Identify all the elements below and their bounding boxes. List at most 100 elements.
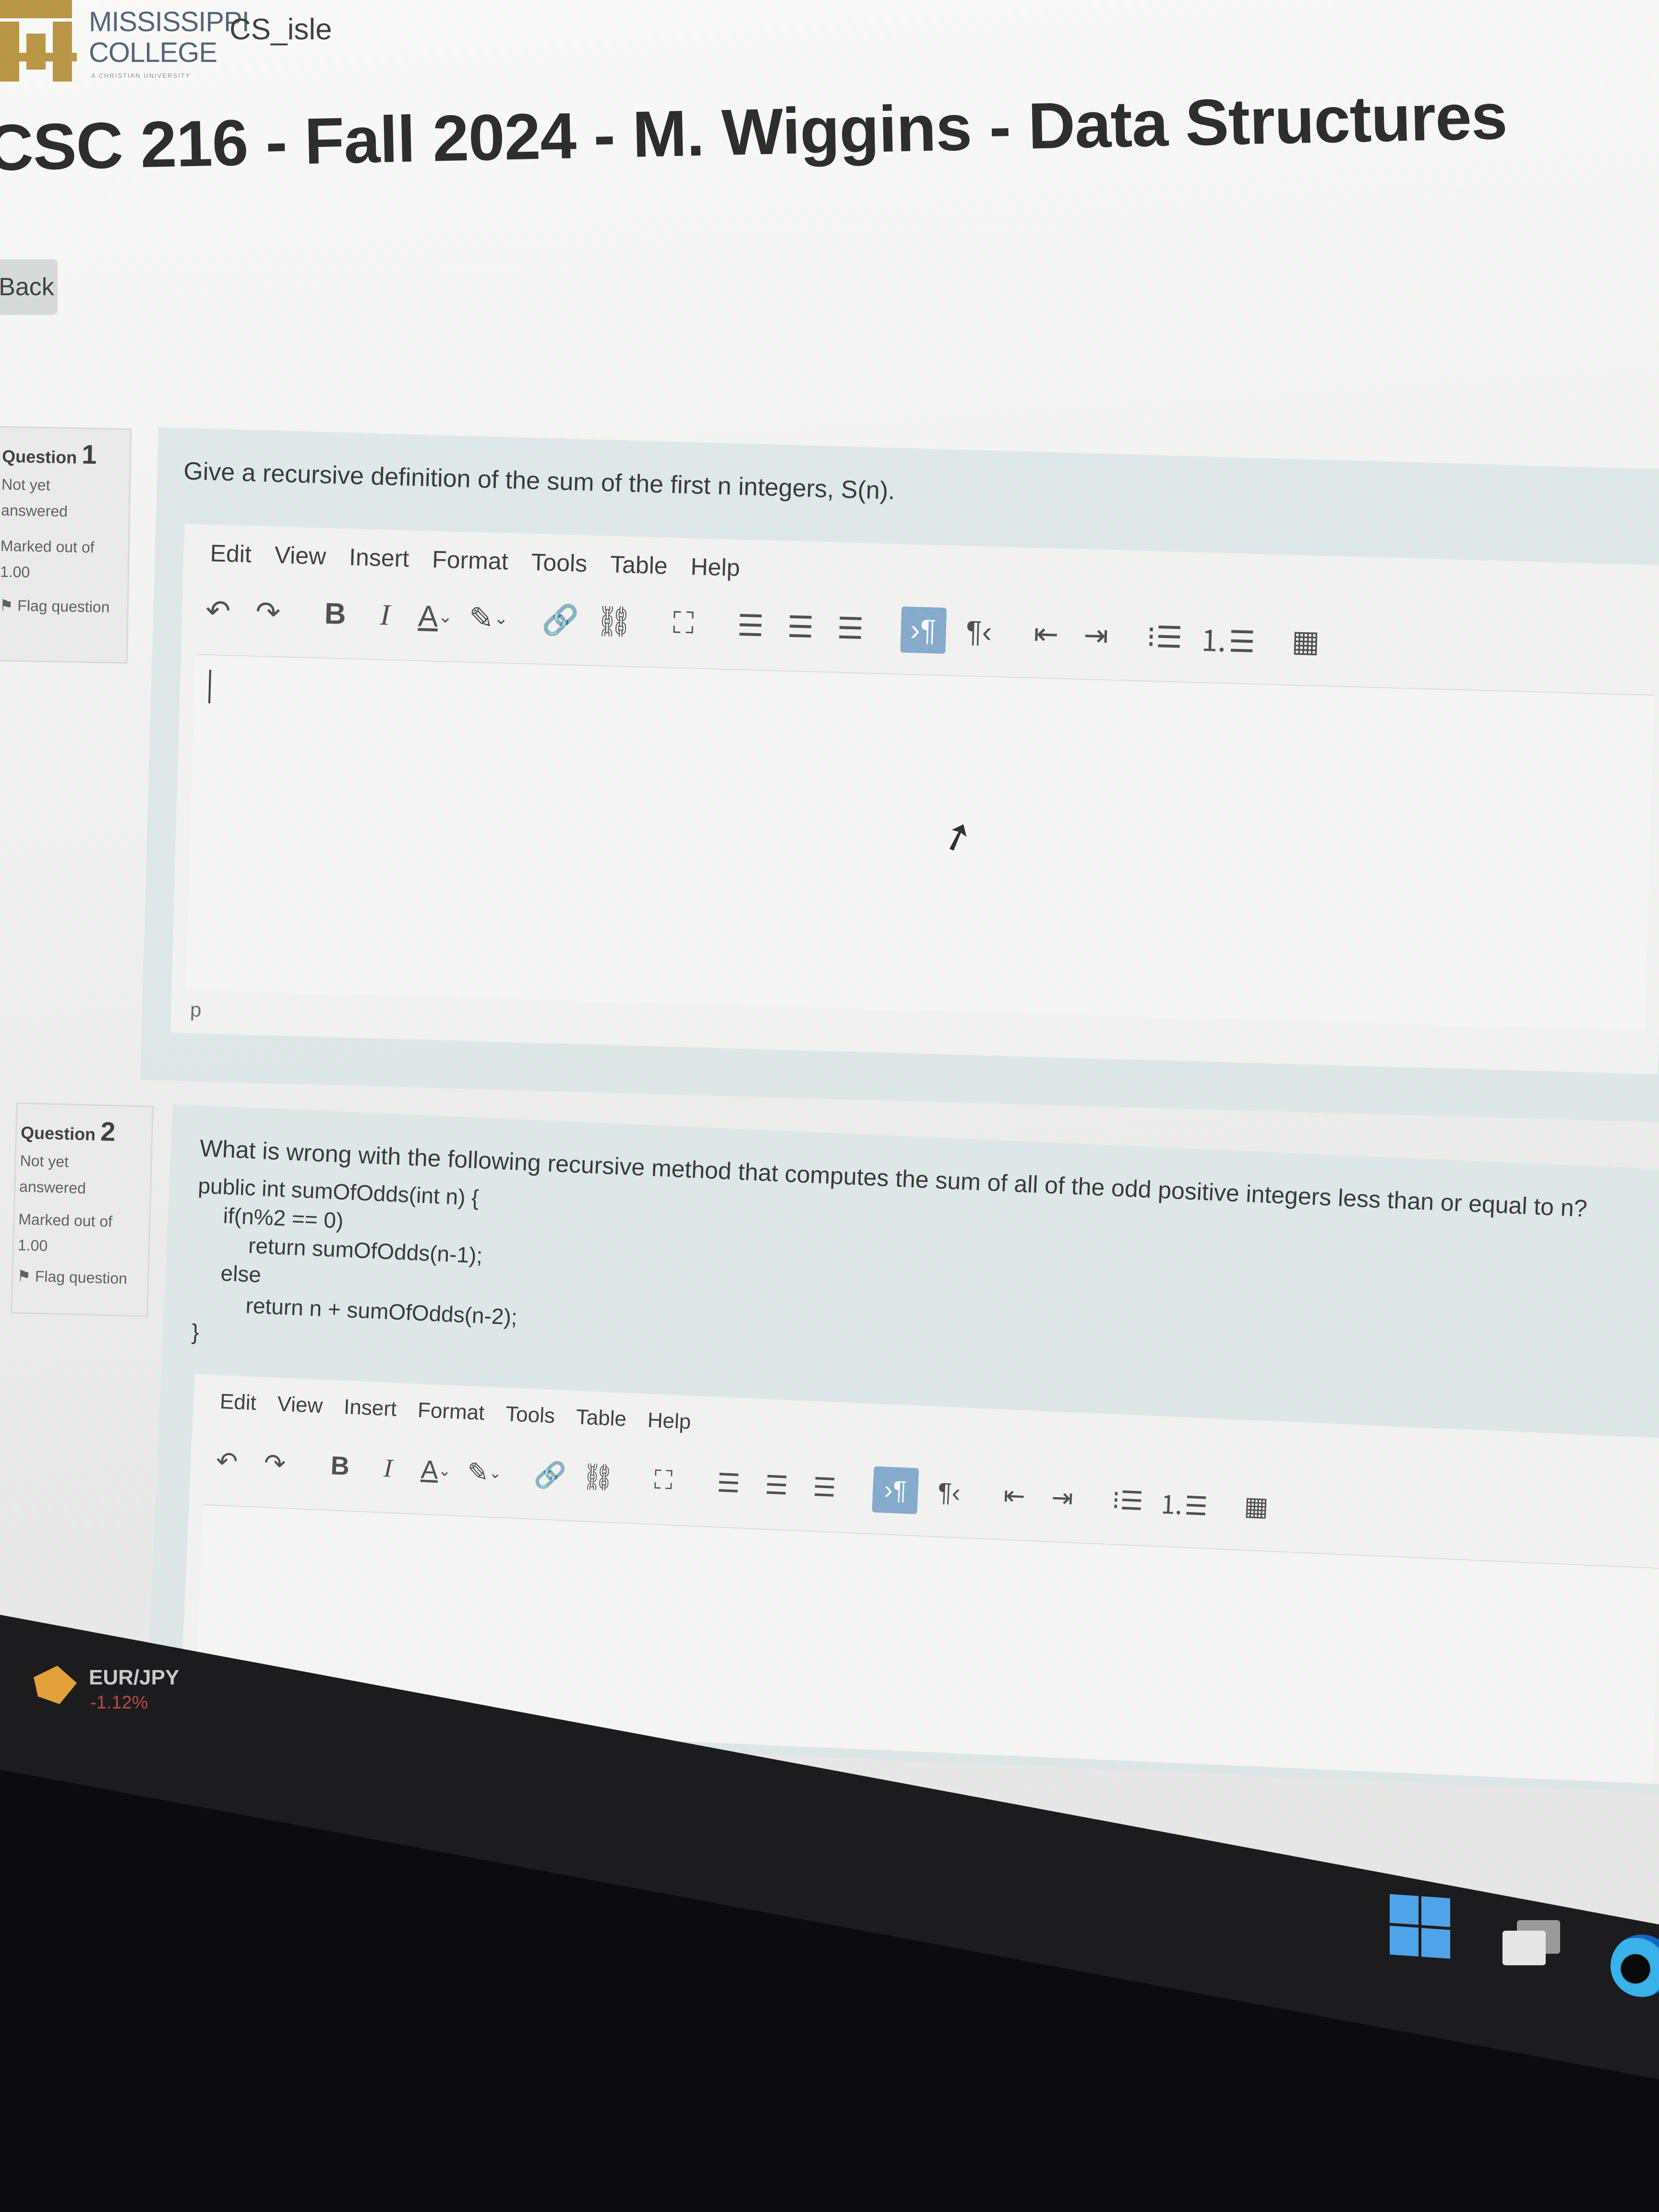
numbered-list-icon[interactable]: ⒈☰: [1158, 1479, 1209, 1527]
question-label: Question: [1, 446, 77, 468]
redo-icon[interactable]: ↷: [251, 589, 286, 636]
chevron-down-icon: ⌄: [493, 608, 509, 628]
align-right-icon[interactable]: ☰: [833, 604, 868, 651]
state-line-1: Not yet: [1, 475, 50, 494]
question-number-value: 1: [81, 439, 97, 470]
align-center-icon[interactable]: ☰: [783, 603, 818, 650]
menu-view[interactable]: View: [274, 541, 326, 570]
italic-button[interactable]: I: [370, 1444, 406, 1492]
undo-icon[interactable]: ↶: [209, 1437, 245, 1485]
flag-question-link[interactable]: ⚑ Flag question: [17, 1263, 144, 1292]
bullet-list-icon[interactable]: ⁝☰: [1146, 613, 1183, 661]
chevron-down-icon: ⌄: [488, 1464, 502, 1482]
menu-edit[interactable]: Edit: [219, 1390, 257, 1415]
site-name[interactable]: CS_isle: [229, 12, 332, 47]
menu-tools[interactable]: Tools: [505, 1402, 555, 1428]
ltr-icon[interactable]: ›¶: [872, 1466, 919, 1515]
menu-format[interactable]: Format: [417, 1398, 485, 1425]
code-line: if(n%2 == 0): [222, 1202, 344, 1233]
align-right-icon[interactable]: ☰: [806, 1463, 842, 1511]
calculator-icon[interactable]: ▦: [1288, 617, 1323, 664]
question-number: Question 1: [2, 437, 126, 470]
menu-insert[interactable]: Insert: [349, 543, 409, 572]
outdent-icon[interactable]: ⇤: [997, 1472, 1032, 1519]
org-name: MISSISSIPPI COLLEGE: [89, 6, 250, 68]
text-color-glyph: A: [418, 599, 439, 633]
menu-help[interactable]: Help: [690, 553, 740, 582]
question-state: Not yet answered: [1, 471, 126, 525]
ticker-symbol: EUR/JPY: [89, 1666, 180, 1689]
flag-question-link[interactable]: ⚑ Flag question: [0, 592, 123, 620]
undo-icon[interactable]: ↶: [201, 587, 236, 634]
bold-button[interactable]: B: [322, 1442, 358, 1490]
fullscreen-icon[interactable]: ⛶: [646, 1456, 681, 1504]
text-color-icon[interactable]: A ⌄: [418, 1446, 454, 1494]
org-subtitle: A CHRISTIAN UNIVERSITY: [91, 72, 191, 79]
marks-line-1: Marked out of: [18, 1210, 113, 1230]
marks-line-2: 1.00: [0, 563, 30, 581]
question-marks: Marked out of 1.00: [0, 533, 124, 587]
link-icon[interactable]: 🔗: [532, 1452, 568, 1499]
italic-button[interactable]: I: [368, 591, 403, 638]
rtl-icon[interactable]: ¶‹: [962, 608, 997, 655]
menu-table[interactable]: Table: [610, 550, 668, 579]
answer-editor[interactable]: Edit View Insert Format Tools Table Help…: [170, 524, 1659, 1074]
back-button[interactable]: Back: [0, 259, 58, 315]
college-logo[interactable]: [0, 0, 82, 84]
highlight-icon[interactable]: ✎ ⌄: [468, 594, 509, 641]
redo-icon[interactable]: ↷: [257, 1440, 293, 1487]
menu-view[interactable]: View: [277, 1392, 324, 1418]
unlink-icon[interactable]: ⛓: [580, 1454, 616, 1501]
editor-text-area[interactable]: [186, 654, 1654, 1031]
menu-help[interactable]: Help: [647, 1408, 692, 1434]
align-left-icon[interactable]: ☰: [711, 1459, 746, 1507]
highlight-glyph: ✎: [466, 1457, 490, 1487]
task-view-icon[interactable]: [1503, 1920, 1560, 1966]
question-1-info: Question 1 Not yet answered Marked out o…: [0, 426, 132, 664]
state-line-1: Not yet: [20, 1152, 69, 1171]
indent-icon[interactable]: ⇥: [1079, 612, 1114, 659]
question-text: What is wrong with the following recursi…: [199, 1134, 1588, 1222]
editor-status-path: p: [190, 998, 202, 1021]
align-center-icon[interactable]: ☰: [759, 1461, 794, 1509]
state-line-2: answered: [0, 501, 68, 520]
org-name-line2: COLLEGE: [89, 37, 217, 68]
align-left-icon[interactable]: ☰: [733, 602, 768, 649]
question-2-info: Question 2 Not yet answered Marked out o…: [11, 1102, 154, 1317]
menu-table[interactable]: Table: [576, 1405, 627, 1431]
chevron-down-icon: ⌄: [438, 606, 453, 627]
numbered-list-icon[interactable]: ⒈☰: [1198, 615, 1256, 662]
highlight-icon[interactable]: ✎ ⌄: [466, 1449, 503, 1496]
menu-insert[interactable]: Insert: [343, 1395, 397, 1421]
link-icon[interactable]: 🔗: [541, 596, 579, 643]
calculator-icon[interactable]: ▦: [1238, 1482, 1274, 1530]
text-caret: [208, 670, 211, 704]
text-color-glyph: A: [420, 1455, 439, 1485]
menu-format[interactable]: Format: [432, 545, 508, 575]
state-line-2: answered: [19, 1178, 86, 1197]
editor-toolbar: ↶ ↷ B I A ⌄ ✎ ⌄ 🔗 ⛓ ⛶ ☰ ☰ ☰ ›¶ ¶‹ ⇤ ⇥ ⁝☰ ⒈…: [201, 587, 1323, 664]
menu-edit[interactable]: Edit: [210, 539, 252, 568]
question-label: Question: [20, 1122, 96, 1144]
fullscreen-icon[interactable]: ⛶: [666, 600, 701, 647]
rtl-icon[interactable]: ¶‹: [931, 1469, 967, 1516]
indent-icon[interactable]: ⇥: [1045, 1474, 1080, 1521]
editor-menubar: Edit View Insert Format Tools Table Help: [210, 539, 740, 582]
ltr-icon[interactable]: ›¶: [900, 606, 947, 654]
menu-tools[interactable]: Tools: [531, 548, 588, 577]
question-1-content: Give a recursive definition of the sum o…: [140, 427, 1659, 1123]
flag-label: Flag question: [17, 597, 110, 616]
unlink-icon[interactable]: ⛓: [595, 598, 634, 645]
text-color-icon[interactable]: A ⌄: [418, 593, 453, 640]
ticker-change: -1.12%: [90, 1693, 148, 1713]
outdent-icon[interactable]: ⇤: [1029, 610, 1064, 657]
chevron-down-icon: ⌄: [438, 1461, 452, 1479]
bullet-list-icon[interactable]: ⁝☰: [1110, 1477, 1145, 1524]
bold-button[interactable]: B: [318, 590, 353, 637]
org-name-line1: MISSISSIPPI: [89, 6, 250, 37]
windows-start-icon[interactable]: [1390, 1894, 1450, 1959]
flag-icon: ⚑: [16, 1267, 36, 1285]
editor-menubar: Edit View Insert Format Tools Table Help: [219, 1390, 691, 1434]
code-line: return sumOfOdds(n-1);: [248, 1233, 483, 1268]
question-state: Not yet answered: [19, 1148, 147, 1203]
